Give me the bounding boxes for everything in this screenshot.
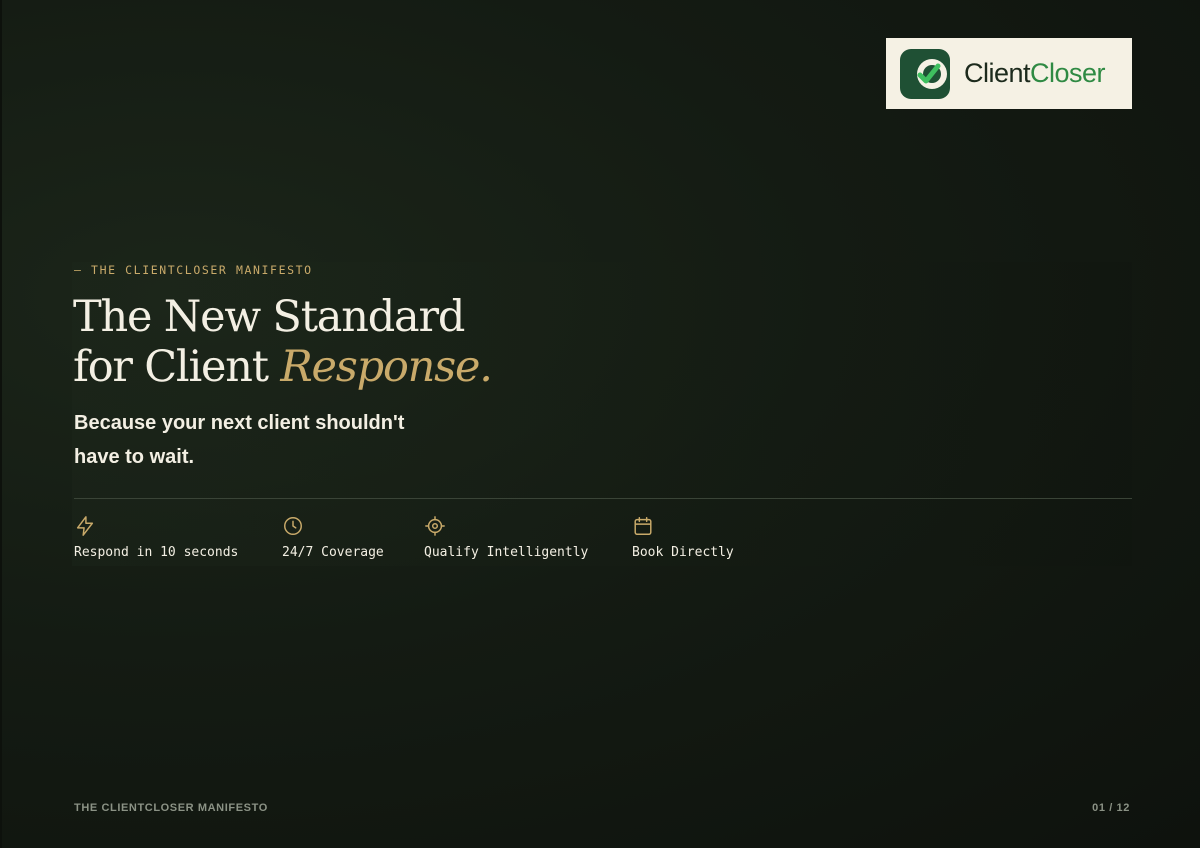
headline-line2-prefix: for Client <box>73 342 281 392</box>
feature-qualify: Qualify Intelligently <box>424 515 588 560</box>
target-icon <box>425 516 445 536</box>
feature-label: Qualify Intelligently <box>424 545 589 560</box>
brand-logo: ClientCloser <box>886 38 1132 109</box>
feature-coverage: 24/7 Coverage <box>282 515 384 560</box>
footer-title: THE CLIENTCLOSER MANIFESTO <box>74 802 268 814</box>
calendar-icon <box>634 517 652 535</box>
brand-wordmark: ClientCloser <box>964 54 1106 92</box>
brand-name-part1: Client <box>964 58 1031 88</box>
page-title: The New Standard for Client Response. <box>73 292 493 392</box>
clock-icon <box>284 517 302 535</box>
brand-name-part2: Closer <box>1030 58 1106 88</box>
headline-line1: The New Standard <box>73 292 465 342</box>
page-indicator: 01 / 12 <box>1092 802 1130 814</box>
feature-book: Book Directly <box>632 515 734 560</box>
lightning-icon <box>76 516 94 536</box>
headline-accent: Response. <box>280 342 493 392</box>
feature-respond: Respond in 10 seconds <box>74 515 238 560</box>
divider <box>74 498 1132 499</box>
slide: ClientCloser — THE CLIENTCLOSER MANIFEST… <box>2 0 1200 848</box>
feature-label: 24/7 Coverage <box>282 545 384 560</box>
feature-label: Respond in 10 seconds <box>74 545 239 560</box>
check-badge-icon <box>900 49 950 99</box>
eyebrow-label: — THE CLIENTCLOSER MANIFESTO <box>74 263 313 277</box>
subheadline: Because your next client shouldn't have … <box>74 412 405 468</box>
feature-label: Book Directly <box>632 545 734 560</box>
